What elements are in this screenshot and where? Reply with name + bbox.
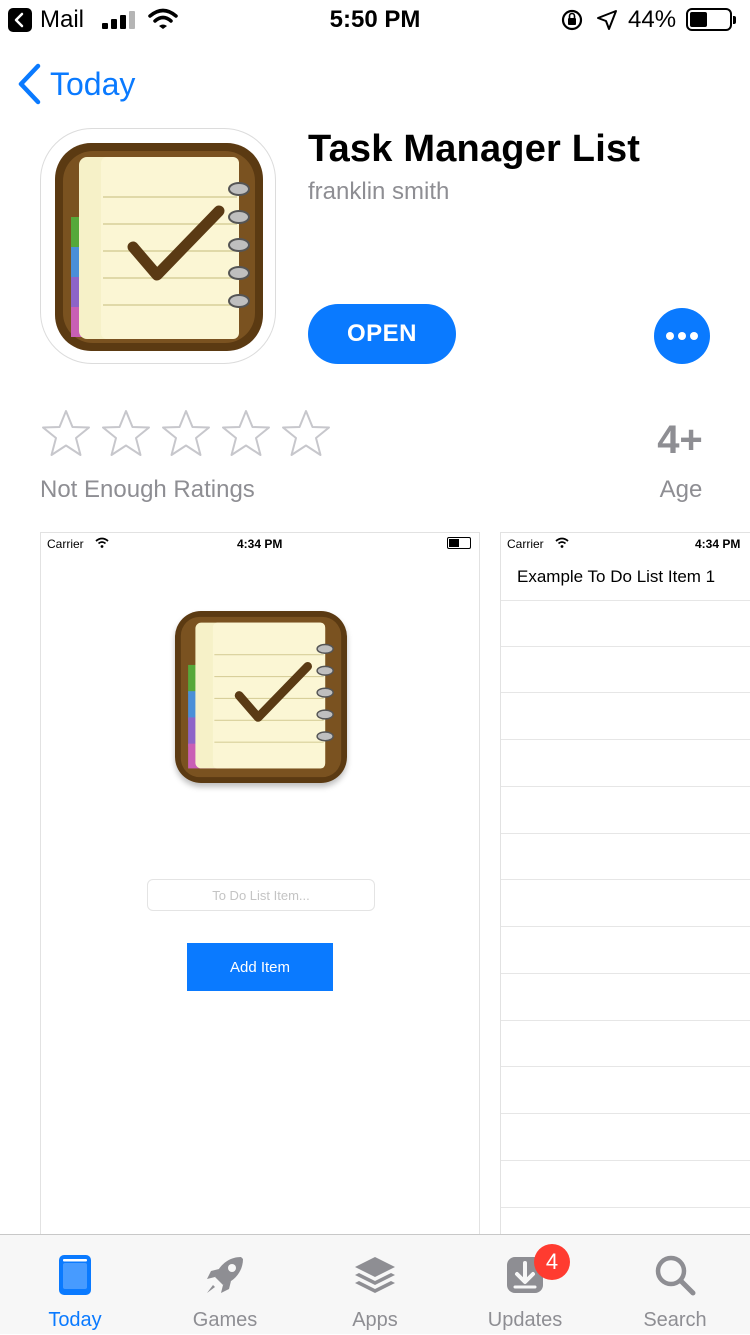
back-button[interactable]: Today	[16, 62, 135, 106]
tab-label: Today	[48, 1309, 102, 1331]
tab-label: Updates	[487, 1309, 563, 1331]
star-icon	[162, 410, 210, 456]
tab-label: Games	[192, 1309, 258, 1331]
notebook-icon	[55, 143, 263, 351]
list-item	[501, 928, 750, 974]
list-item	[501, 1068, 750, 1114]
star-icon	[42, 410, 90, 456]
status-bar: Mail 5:50 PM 44%	[0, 0, 750, 40]
star-icon	[282, 410, 330, 456]
preview-add-item-button: Add Item	[187, 943, 333, 991]
list-item	[501, 601, 750, 647]
age-rating: 4+	[657, 418, 703, 462]
more-options-button[interactable]	[654, 308, 710, 364]
notebook-icon	[175, 611, 347, 783]
back-label: Today	[50, 65, 136, 102]
list-item-text: Example To Do List Item 1	[517, 567, 716, 586]
open-button[interactable]: OPEN	[308, 304, 456, 364]
battery-percent: 44%	[628, 6, 677, 33]
screenshot-preview-1[interactable]: Carrier 4:34 PM To Do List Item... Add I…	[40, 532, 480, 1242]
developer-link[interactable]: franklin smith	[308, 178, 449, 206]
search-icon	[655, 1255, 696, 1296]
layers-icon	[355, 1257, 395, 1293]
tab-label: Apps	[352, 1309, 398, 1331]
ratings-label: Not Enough Ratings	[40, 476, 255, 503]
list-item: Example To Do List Item 1	[501, 555, 750, 601]
wifi-icon	[95, 537, 109, 548]
list-item	[501, 1162, 750, 1208]
list-item	[501, 1021, 750, 1067]
age-label: Age	[659, 476, 703, 503]
battery-icon	[686, 8, 736, 31]
preview-status-bar: Carrier 4:34 PM	[41, 533, 479, 555]
preview-time: 4:34 PM	[695, 537, 741, 551]
chevron-left-icon	[18, 63, 41, 105]
ellipsis-icon	[666, 332, 698, 340]
app-icon	[40, 128, 276, 364]
list-item	[501, 647, 750, 693]
tab-label: Search	[643, 1309, 707, 1331]
rating-stars	[40, 408, 332, 460]
list-item	[501, 741, 750, 787]
rocket-icon	[207, 1257, 243, 1293]
location-icon	[597, 10, 617, 30]
app-title: Task Manager List	[308, 128, 641, 170]
list-item	[501, 834, 750, 880]
rotation-lock-icon	[561, 9, 583, 31]
list-item	[501, 788, 750, 834]
tab-updates[interactable]: Updates	[450, 1235, 600, 1335]
today-icon	[59, 1255, 91, 1295]
screenshot-preview-2[interactable]: Carrier 4:34 PM Example To Do List Item …	[500, 532, 750, 1242]
battery-icon	[447, 537, 471, 549]
list-item	[501, 881, 750, 927]
preview-carrier: Carrier	[507, 537, 544, 551]
preview-todo-input: To Do List Item...	[147, 879, 375, 911]
tab-today[interactable]: Today	[0, 1235, 150, 1335]
list-item	[501, 975, 750, 1021]
wifi-icon	[555, 537, 569, 548]
preview-carrier: Carrier	[47, 537, 84, 551]
list-item	[501, 1115, 750, 1161]
tab-bar: Today Games Apps Updates Search	[0, 1234, 750, 1334]
preview-time: 4:34 PM	[237, 537, 283, 551]
star-icon	[102, 410, 150, 456]
star-icon	[222, 410, 270, 456]
tab-apps[interactable]: Apps	[300, 1235, 450, 1335]
preview-app-icon	[175, 611, 347, 783]
updates-badge: 4	[534, 1244, 570, 1280]
list-item	[501, 694, 750, 740]
preview-status-bar: Carrier 4:34 PM	[501, 533, 750, 555]
tab-search[interactable]: Search	[600, 1235, 750, 1335]
tab-games[interactable]: Games	[150, 1235, 300, 1335]
